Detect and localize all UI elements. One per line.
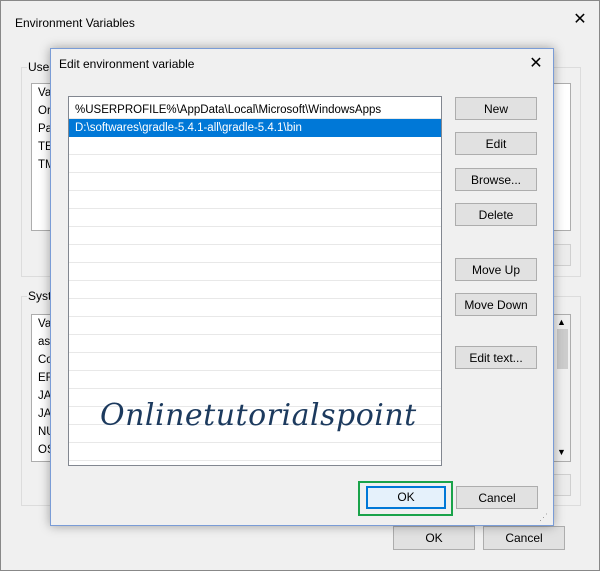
edit-environment-variable-dialog: Edit environment variable ✕ %USERPROFILE…: [50, 48, 554, 526]
empty-row: [69, 299, 441, 317]
path-list-item-selected[interactable]: D:\softwares\gradle-5.4.1-all\gradle-5.4…: [69, 119, 441, 137]
dialog-title: Edit environment variable: [59, 57, 195, 71]
path-list-item[interactable]: %USERPROFILE%\AppData\Local\Microsoft\Wi…: [69, 101, 441, 119]
chevron-up-icon[interactable]: ▲: [557, 317, 566, 327]
empty-row: [69, 281, 441, 299]
empty-row: [69, 173, 441, 191]
empty-row: [69, 335, 441, 353]
scrollbar-thumb[interactable]: [557, 329, 568, 369]
empty-row: [69, 227, 441, 245]
window-title: Environment Variables: [15, 16, 135, 30]
empty-row: [69, 245, 441, 263]
outer-ok-button[interactable]: OK: [393, 526, 475, 550]
edit-text-button[interactable]: Edit text...: [455, 346, 537, 369]
close-icon[interactable]: ✕: [525, 53, 547, 75]
empty-row: [69, 317, 441, 335]
empty-row: [69, 155, 441, 173]
move-down-button[interactable]: Move Down: [455, 293, 537, 316]
empty-row: [69, 443, 441, 461]
empty-row: [69, 371, 441, 389]
empty-row: [69, 137, 441, 155]
empty-row: [69, 353, 441, 371]
empty-row: [69, 191, 441, 209]
empty-row: [69, 263, 441, 281]
system-list-scrollbar[interactable]: ▲ ▼: [553, 315, 570, 461]
move-up-button[interactable]: Move Up: [455, 258, 537, 281]
outer-cancel-button[interactable]: Cancel: [483, 526, 565, 550]
edit-button[interactable]: Edit: [455, 132, 537, 155]
ok-highlight-box: [358, 481, 453, 516]
delete-button[interactable]: Delete: [455, 203, 537, 226]
chevron-down-icon[interactable]: ▼: [557, 447, 566, 457]
new-button[interactable]: New: [455, 97, 537, 120]
close-icon[interactable]: ✕: [569, 9, 591, 31]
cancel-button[interactable]: Cancel: [456, 486, 538, 509]
empty-row: [69, 209, 441, 227]
resize-grip-icon[interactable]: ⋰: [539, 511, 551, 523]
browse-button[interactable]: Browse...: [455, 168, 537, 191]
watermark-logo: Onlinetutorialspoint: [100, 398, 417, 433]
